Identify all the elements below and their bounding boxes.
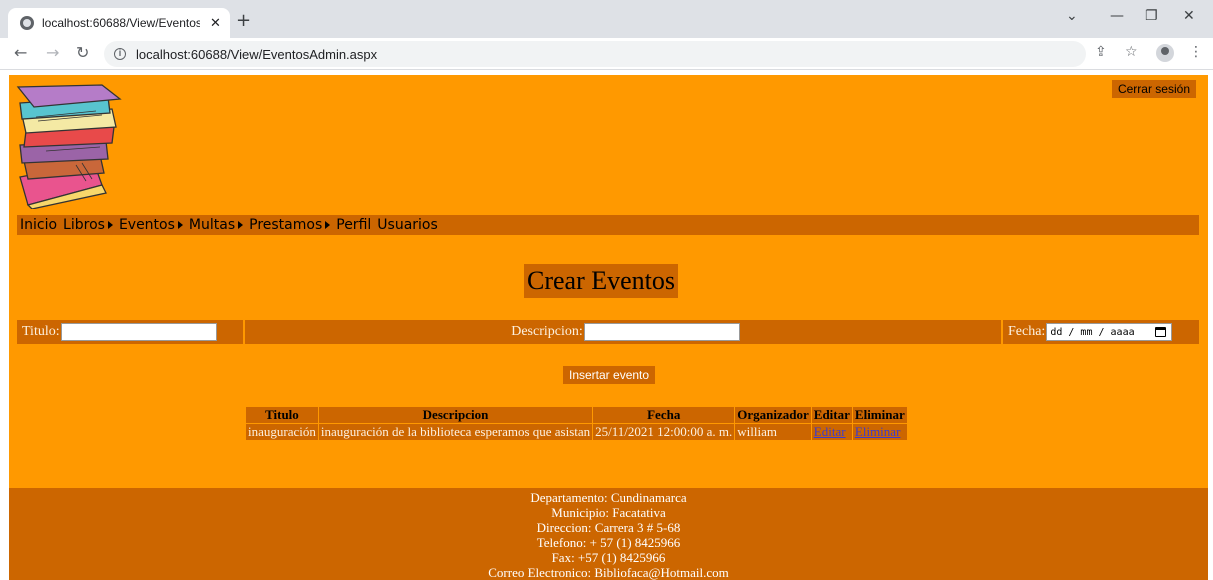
column-header: Eliminar [851,406,908,424]
reload-icon[interactable]: ↻ [76,43,89,62]
main-menu: Inicio Libros Eventos Multas Prestamos P… [17,215,1199,235]
submenu-arrow-icon [325,221,331,229]
share-icon[interactable]: ⇪ [1095,44,1107,60]
menu-item-multas[interactable]: Multas [188,217,244,233]
profile-avatar-icon[interactable] [1156,44,1174,62]
page-title: Crear Eventos [524,264,679,298]
menu-item-libros[interactable]: Libros [63,217,113,233]
menu-item-label: Libros [63,217,105,233]
table-header-row: Titulo Descripcion Fecha Organizador Edi… [245,406,908,424]
column-header: Titulo [245,406,319,424]
titulo-input[interactable] [60,323,217,341]
menu-item-prestamos[interactable]: Prestamos [249,217,331,233]
fecha-placeholder: dd / mm / aaaa [1050,326,1135,338]
column-header: Fecha [592,406,736,424]
new-tab-icon[interactable]: + [236,10,251,31]
back-arrow-icon[interactable]: ← [14,43,27,62]
cell-descripcion: inauguración de la biblioteca esperamos … [317,423,594,441]
titulo-cell: Titulo: [17,320,243,344]
bookmark-star-icon[interactable]: ☆ [1125,44,1138,60]
footer-telefono: Telefono: + 57 (1) 8425966 [536,535,681,550]
menu-item-eventos[interactable]: Eventos [119,217,183,233]
address-bar[interactable]: i localhost:60688/View/EventosAdmin.aspx [104,41,1086,67]
url-text: localhost:60688/View/EventosAdmin.aspx [136,46,378,62]
page-footer: Departamento: Cundinamarca Municipio: Fa… [9,488,1208,580]
restore-icon[interactable]: ❐ [1145,8,1158,24]
footer-departamento: Departamento: Cundinamarca [530,490,687,505]
close-window-icon[interactable]: ✕ [1183,8,1195,24]
column-header: Editar [810,406,853,424]
minimize-icon[interactable]: — [1110,8,1124,24]
forward-arrow-icon[interactable]: → [46,43,59,62]
menu-item-label: Multas [188,217,236,233]
edit-link[interactable]: Editar [814,424,846,439]
footer-fax: Fax: +57 (1) 8425966 [551,550,666,565]
menu-item-label: Eventos [118,217,175,233]
titulo-label: Titulo: [22,324,60,339]
submenu-arrow-icon [107,221,113,229]
cell-fecha: 25/11/2021 12:00:00 a. m. [592,423,736,441]
more-menu-icon[interactable]: ⋮ [1189,44,1203,60]
tab-title: localhost:60688/View/EventosAd [42,16,200,30]
footer-correo: Correo Electronico: Bibliofaca@Hotmail.c… [488,565,729,580]
menu-item-usuarios[interactable]: Usuarios [377,217,438,233]
table-row: inauguración inauguración de la bibliote… [245,423,908,441]
fecha-cell: Fecha: dd / mm / aaaa [1003,320,1199,344]
menu-item-inicio[interactable]: Inicio [20,217,57,233]
calendar-icon[interactable] [1155,327,1167,337]
browser-tabstrip: localhost:60688/View/EventosAd ✕ + ⌄ — ❐… [0,0,1213,38]
event-form: Titulo: Descripcion: Fecha: dd / mm / aa… [17,320,1199,344]
menu-item-label: Perfil [336,217,372,233]
descripcion-input[interactable] [583,323,740,341]
menu-item-label: Usuarios [377,217,438,233]
cell-titulo: inauguración [245,423,319,441]
browser-tab[interactable]: localhost:60688/View/EventosAd ✕ [8,8,230,38]
menu-item-perfil[interactable]: Perfil [336,217,371,233]
submenu-arrow-icon [238,221,244,229]
delete-link[interactable]: Eliminar [855,424,901,439]
cell-eliminar: Eliminar [851,423,908,441]
logout-button[interactable]: Cerrar sesión [1111,80,1196,98]
column-header: Organizador [734,406,812,424]
books-logo-icon [16,84,122,209]
events-table: Titulo Descripcion Fecha Organizador Edi… [245,406,908,441]
page-body: Cerrar sesión Inicio Libros Eventos Mult… [9,75,1208,580]
tab-search-icon[interactable]: ⌄ [1066,8,1078,24]
close-tab-icon[interactable]: ✕ [210,16,221,31]
globe-icon [20,16,34,30]
cell-editar: Editar [810,423,853,441]
info-icon[interactable]: i [114,48,126,60]
descripcion-label: Descripcion: [511,324,583,339]
menu-item-label: Inicio [20,217,58,233]
column-header: Descripcion [317,406,594,424]
footer-direccion: Direccion: Carrera 3 # 5-68 [536,520,681,535]
fecha-label: Fecha: [1008,324,1046,339]
menu-item-label: Prestamos [249,217,323,233]
descripcion-cell: Descripcion: [245,320,1001,344]
footer-municipio: Municipio: Facatativa [551,505,666,520]
submenu-arrow-icon [177,221,183,229]
cell-organizador: william [734,423,812,441]
browser-toolbar: ← → ↻ i localhost:60688/View/EventosAdmi… [0,38,1213,70]
insert-event-button[interactable]: Insertar evento [563,366,656,384]
fecha-date-input[interactable]: dd / mm / aaaa [1046,323,1173,341]
